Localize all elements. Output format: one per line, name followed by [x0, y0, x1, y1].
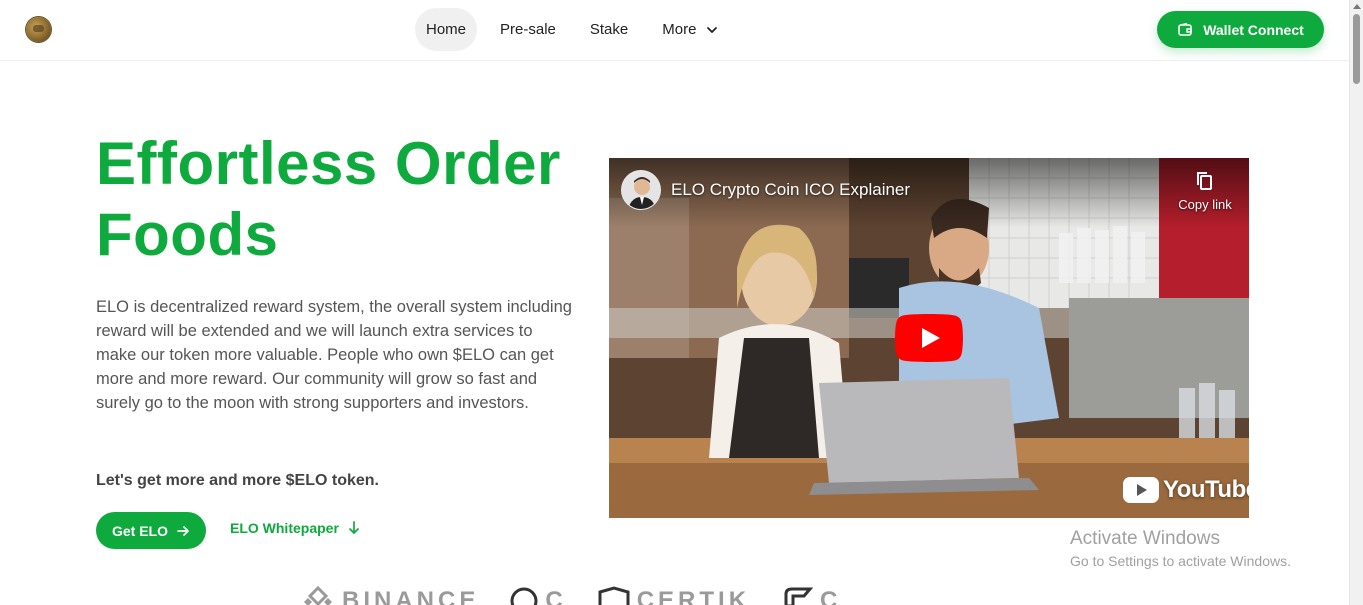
nav-home-label: Home — [426, 21, 467, 38]
hero-title-line1: Effortless Order — [96, 130, 561, 197]
nav-more[interactable]: More — [651, 8, 729, 51]
whitepaper-link[interactable]: ELO Whitepaper — [230, 520, 361, 536]
copy-icon — [1197, 172, 1212, 190]
hero-cta-text: Let's get more and more $ELO token. — [96, 472, 379, 489]
get-elo-button[interactable]: Get ELO — [96, 512, 206, 549]
activate-windows-subtitle: Go to Settings to activate Windows. — [1070, 553, 1291, 569]
wallet-connect-button[interactable]: Wallet Connect — [1157, 11, 1324, 48]
partner-binance[interactable]: BINANCE — [300, 586, 479, 605]
copy-link-button[interactable]: Copy link — [1165, 170, 1245, 212]
wallet-icon — [1178, 22, 1192, 36]
scroll-up-arrow-icon[interactable] — [1353, 4, 1361, 9]
activate-windows-watermark: Activate Windows Go to Settings to activ… — [1070, 528, 1291, 569]
whitepaper-label: ELO Whitepaper — [230, 520, 339, 536]
partner-certik-label: CERTIK — [636, 587, 751, 605]
hero-title-line2: Foods — [96, 201, 279, 268]
certik-icon — [598, 586, 630, 605]
partner-2-label: C — [545, 587, 567, 605]
avatar-image — [622, 171, 660, 209]
partner-2[interactable]: C — [509, 586, 566, 605]
channel-avatar[interactable] — [621, 170, 661, 210]
chevron-down-icon — [707, 26, 718, 33]
arrow-right-icon — [177, 525, 189, 536]
video-player[interactable]: ELO Crypto Coin ICO Explainer Copy link … — [609, 158, 1249, 518]
nav-presale[interactable]: Pre-sale — [489, 8, 567, 51]
page-scrollbar[interactable] — [1349, 0, 1363, 605]
partner-4-label: C — [820, 587, 842, 605]
video-title[interactable]: ELO Crypto Coin ICO Explainer — [671, 180, 910, 200]
youtube-logo-text: YouTube — [1163, 476, 1249, 503]
nav-stake-label: Stake — [589, 21, 629, 38]
activate-windows-title: Activate Windows — [1070, 528, 1220, 549]
partner-4-icon — [784, 587, 814, 605]
partner-4[interactable]: C — [780, 586, 841, 605]
nav-presale-label: Pre-sale — [500, 21, 556, 38]
arrow-down-icon — [349, 521, 359, 534]
elo-logo[interactable] — [26, 17, 51, 42]
partner-binance-label: BINANCE — [342, 587, 480, 605]
play-button-icon[interactable] — [895, 314, 963, 362]
hero-description: ELO is decentralized reward system, the … — [96, 298, 572, 412]
site-header: Home Pre-sale Stake More Wallet Connect — [0, 0, 1349, 61]
nav-home[interactable]: Home — [415, 8, 478, 51]
youtube-logo[interactable]: YouTube — [1123, 476, 1249, 504]
partner-certik[interactable]: CERTIK — [597, 586, 750, 605]
partner-logos: BINANCE C CERTIK C — [300, 586, 871, 605]
binance-icon — [304, 586, 332, 605]
partner-2-icon — [510, 587, 538, 605]
nav-stake[interactable]: Stake — [579, 8, 639, 51]
get-elo-label: Get ELO — [111, 522, 168, 539]
wallet-connect-label: Wallet Connect — [1203, 21, 1304, 38]
youtube-icon — [1123, 477, 1159, 503]
hero-title: Effortless Order Foods — [96, 128, 596, 270]
nav-more-label: More — [662, 21, 697, 38]
main-nav: Home Pre-sale Stake More — [415, 8, 741, 51]
copy-link-label: Copy link — [1178, 197, 1232, 212]
scroll-thumb[interactable] — [1353, 14, 1360, 84]
